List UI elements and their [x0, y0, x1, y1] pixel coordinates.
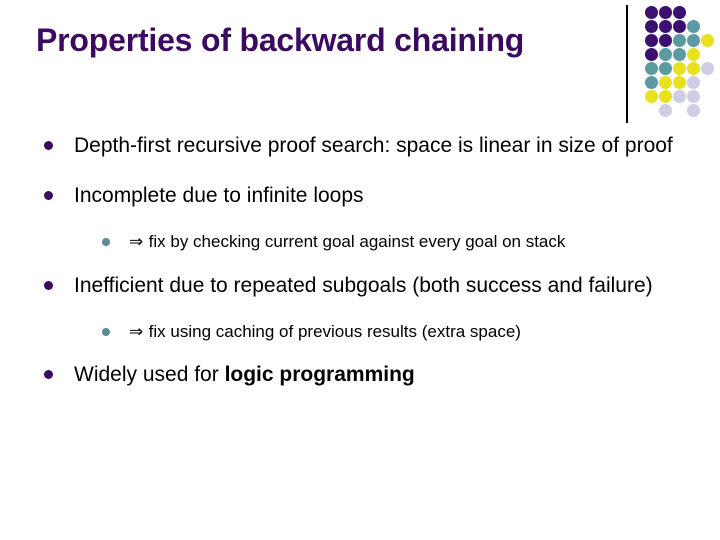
implies-arrow-icon: ⇒	[129, 322, 149, 343]
decorative-dot-purple	[645, 48, 658, 61]
presentation-slide: Properties of backward chaining Depth-fi…	[0, 0, 720, 540]
bullet-text: Incomplete due to infinite loops	[74, 183, 364, 207]
bullet-marker-icon	[44, 141, 53, 150]
decorative-dot-purple	[645, 34, 658, 47]
sub-bullet-marker-icon	[102, 238, 110, 247]
slide-title: Properties of backward chaining	[36, 22, 525, 58]
bullet-text: Inefficient due to repeated subgoals (bo…	[74, 273, 653, 297]
decorative-dot-purple	[659, 6, 672, 19]
bullet-item: Depth-first recursive proof search: spac…	[0, 132, 720, 160]
decorative-dot-teal	[687, 20, 700, 33]
decorative-dot-lavender	[673, 90, 686, 103]
bullet-emphasis-text: logic programming	[224, 363, 415, 387]
decorative-dot-teal	[645, 76, 658, 89]
decorative-dot-purple	[659, 20, 672, 33]
decorative-dot-yellow	[659, 90, 672, 103]
bullet-item: Incomplete due to infinite loops	[0, 182, 720, 210]
vertical-divider	[626, 5, 628, 123]
bullet-text: Depth-first recursive proof search: spac…	[74, 134, 673, 157]
decorative-dot-yellow	[687, 62, 700, 75]
decorative-dot-yellow	[673, 76, 686, 89]
bullet-marker-icon	[44, 280, 53, 290]
bullet-marker-icon	[44, 370, 53, 380]
decorative-dot-purple	[673, 6, 686, 19]
decorative-dot-yellow	[659, 76, 672, 89]
decorative-dot-teal	[645, 62, 658, 75]
decorative-dot-teal	[673, 48, 686, 61]
decorative-dot-yellow	[673, 62, 686, 75]
decorative-dot-purple	[645, 6, 658, 19]
decorative-dot-purple	[659, 34, 672, 47]
decorative-dot-lavender	[659, 104, 672, 117]
decorative-dot-teal	[687, 34, 700, 47]
decorative-dot-lavender	[687, 76, 700, 89]
bullet-text: ⇒ fix using caching of previous results …	[129, 322, 521, 343]
decorative-dot-yellow	[687, 48, 700, 61]
decorative-dot-teal	[659, 62, 672, 75]
implies-arrow-icon: ⇒	[129, 232, 149, 253]
bullet-item: Widely used for logic programming	[0, 361, 720, 389]
sub-bullet-item: ⇒ fix using caching of previous results …	[0, 321, 720, 343]
bullet-text: ⇒ fix by checking current goal against e…	[129, 232, 566, 253]
bullet-text: Widely used for logic programming	[74, 363, 415, 387]
decorative-dot-lavender	[687, 90, 700, 103]
decorative-dot-yellow	[701, 34, 714, 47]
decorative-dot-teal	[659, 48, 672, 61]
bullet-marker-icon	[44, 190, 53, 200]
decorative-dot-yellow	[645, 90, 658, 103]
decorative-dot-lavender	[687, 104, 700, 117]
sub-bullet-marker-icon	[102, 328, 110, 337]
decorative-dot-lavender	[701, 62, 714, 75]
decorative-dot-grid	[645, 6, 717, 118]
decorative-dot-purple	[645, 20, 658, 33]
decorative-dot-teal	[673, 34, 686, 47]
bullet-item: Inefficient due to repeated subgoals (bo…	[0, 272, 720, 300]
decorative-dot-purple	[673, 20, 686, 33]
slide-body-bullet-list: Depth-first recursive proof search: spac…	[0, 132, 720, 411]
sub-bullet-item: ⇒ fix by checking current goal against e…	[0, 231, 720, 253]
